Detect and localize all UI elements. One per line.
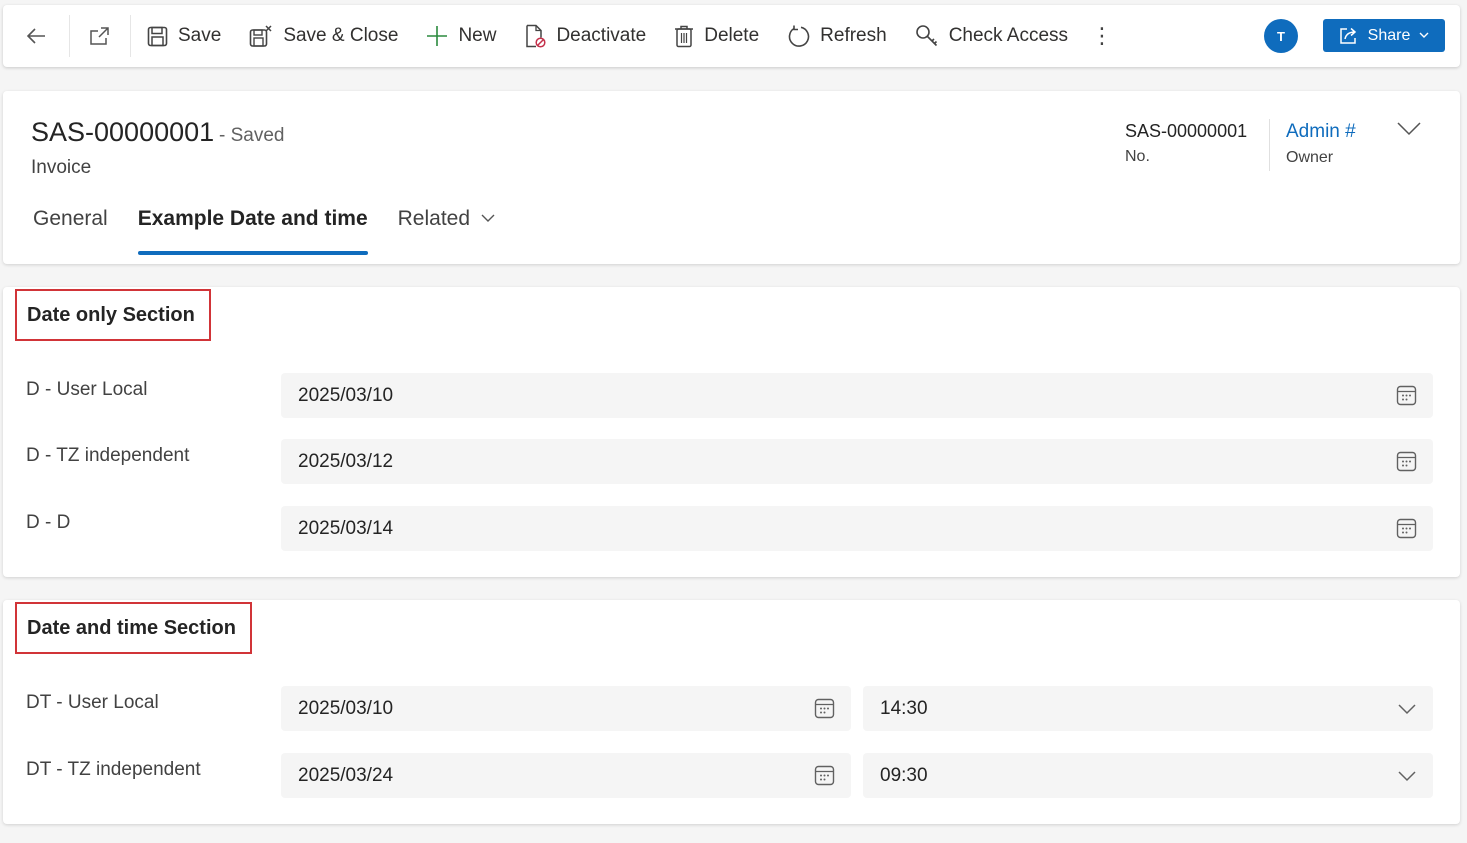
- chevron-down-icon: [481, 214, 495, 222]
- field-label-d-tz-independent: D - TZ independent: [26, 445, 190, 466]
- calendar-icon[interactable]: [814, 765, 835, 792]
- record-save-status: - Saved: [219, 125, 285, 146]
- date-value: 2025/03/14: [298, 517, 394, 539]
- header-field-label: Owner: [1286, 149, 1334, 166]
- save-label: Save: [178, 25, 222, 46]
- share-button[interactable]: Share: [1323, 19, 1445, 52]
- tab-general[interactable]: General: [21, 203, 120, 255]
- field-label-dt-tz-independent: DT - TZ independent: [26, 759, 201, 780]
- popout-icon: [90, 27, 109, 45]
- check-access-button[interactable]: Check Access: [901, 5, 1082, 67]
- date-input-dt-user-local[interactable]: 2025/03/10: [281, 686, 851, 731]
- back-button[interactable]: [3, 5, 69, 67]
- tab-related[interactable]: Related: [386, 203, 508, 255]
- trash-icon: [675, 25, 694, 47]
- calendar-icon[interactable]: [814, 698, 835, 725]
- refresh-icon: [788, 25, 810, 47]
- new-button[interactable]: New: [412, 5, 510, 67]
- calendar-icon[interactable]: [1396, 518, 1417, 545]
- share-label: Share: [1367, 26, 1411, 44]
- delete-button[interactable]: Delete: [660, 5, 773, 67]
- check-access-label: Check Access: [948, 25, 1069, 46]
- chevron-down-icon: [1397, 122, 1421, 136]
- section-title: Date and time Section: [15, 602, 252, 654]
- calendar-icon[interactable]: [1396, 451, 1417, 478]
- date-and-time-section: Date and time Section DT - User Local 20…: [3, 600, 1460, 824]
- deactivate-document-icon: [526, 24, 547, 48]
- chevron-down-icon: [1397, 700, 1417, 722]
- field-label-d-user-local: D - User Local: [26, 379, 148, 400]
- arrow-left-icon: [26, 28, 45, 44]
- time-select-dt-user-local[interactable]: 14:30: [863, 686, 1433, 731]
- more-icon: ⋮: [1091, 23, 1114, 48]
- tab-example-date-and-time[interactable]: Example Date and time: [126, 203, 380, 255]
- key-search-icon: [915, 25, 937, 47]
- more-commands-button[interactable]: ⋮: [1082, 5, 1122, 67]
- deactivate-label: Deactivate: [556, 25, 647, 46]
- field-label-dt-user-local: DT - User Local: [26, 692, 159, 713]
- date-value: 2025/03/10: [298, 697, 394, 719]
- save-icon: [147, 26, 168, 46]
- avatar-initial: T: [1277, 28, 1285, 44]
- tab-label: Related: [397, 207, 471, 230]
- plus-icon: [427, 26, 448, 46]
- expand-header-button[interactable]: [1396, 121, 1422, 142]
- date-input-d-user-local[interactable]: 2025/03/10: [281, 373, 1433, 418]
- save-and-close-button[interactable]: Save & Close: [235, 5, 412, 67]
- avatar[interactable]: T: [1264, 19, 1298, 53]
- chevron-down-icon: [1419, 32, 1429, 38]
- field-label-d-d: D - D: [26, 512, 71, 533]
- header-field-owner: Admin # Owner: [1286, 121, 1356, 167]
- date-value: 2025/03/24: [298, 764, 394, 786]
- time-value: 14:30: [880, 697, 928, 719]
- deactivate-button[interactable]: Deactivate: [510, 5, 660, 67]
- section-title: Date only Section: [15, 289, 211, 341]
- header-field-number: SAS-00000001 No.: [1125, 121, 1247, 166]
- refresh-label: Refresh: [820, 25, 887, 46]
- date-input-d-tz-independent[interactable]: 2025/03/12: [281, 439, 1433, 484]
- new-label: New: [458, 25, 497, 46]
- open-in-new-window-button[interactable]: [70, 5, 130, 67]
- owner-link[interactable]: Admin #: [1286, 121, 1356, 143]
- header-field-value: SAS-00000001: [1125, 121, 1248, 141]
- share-icon: [1339, 27, 1356, 44]
- form-tabs: General Example Date and time Related: [21, 203, 508, 255]
- tab-label: Example Date and time: [137, 207, 368, 230]
- header-divider: [1269, 119, 1270, 171]
- time-select-dt-tz-independent[interactable]: 09:30: [863, 753, 1433, 798]
- save-close-icon: [250, 25, 272, 47]
- refresh-button[interactable]: Refresh: [773, 5, 901, 67]
- date-value: 2025/03/12: [298, 450, 394, 472]
- record-entity-name: Invoice: [31, 157, 92, 178]
- date-input-dt-tz-independent[interactable]: 2025/03/24: [281, 753, 851, 798]
- date-only-section: Date only Section D - User Local 2025/03…: [3, 287, 1460, 577]
- chevron-down-icon: [1397, 767, 1417, 789]
- calendar-icon[interactable]: [1396, 385, 1417, 412]
- tab-label: General: [33, 207, 108, 230]
- command-bar: Save Save & Close New Deactivate Delete …: [3, 5, 1460, 67]
- delete-label: Delete: [704, 25, 760, 46]
- date-value: 2025/03/10: [298, 384, 394, 406]
- header-field-label: No.: [1125, 148, 1150, 165]
- record-title: SAS-00000001: [31, 117, 215, 147]
- save-and-close-label: Save & Close: [283, 25, 399, 46]
- date-input-d-d[interactable]: 2025/03/14: [281, 506, 1433, 551]
- save-button[interactable]: Save: [131, 5, 235, 67]
- record-header: SAS-00000001 - Saved Invoice SAS-0000000…: [3, 91, 1460, 264]
- time-value: 09:30: [880, 764, 928, 786]
